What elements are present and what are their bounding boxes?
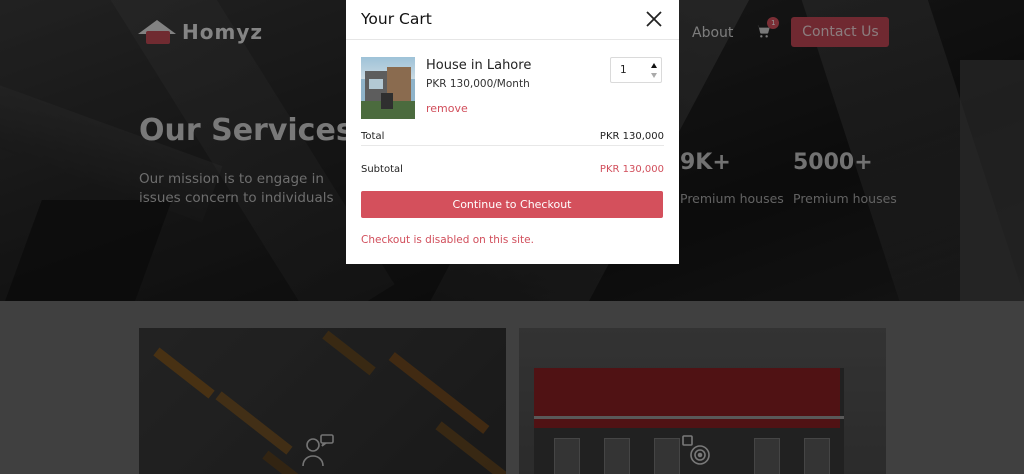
cart-item-name: House in Lahore: [426, 58, 532, 73]
quantity-increase-icon[interactable]: [651, 63, 657, 68]
quantity-decrease-icon[interactable]: [651, 73, 657, 78]
cart-item-price: PKR 130,000/Month: [426, 78, 530, 90]
cart-modal-header: Your Cart: [346, 0, 679, 40]
remove-item-link[interactable]: remove: [426, 102, 468, 115]
cart-item: House in Lahore PKR 130,000/Month remove…: [361, 57, 664, 119]
cart-total-row: Total PKR 130,000: [361, 131, 664, 146]
checkout-disabled-note: Checkout is disabled on this site.: [361, 234, 534, 246]
house-thumbnail[interactable]: [361, 57, 415, 119]
close-icon: [646, 11, 662, 27]
checkout-button[interactable]: Continue to Checkout: [361, 191, 663, 218]
subtotal-label: Subtotal: [361, 164, 403, 175]
total-label: Total: [361, 131, 385, 142]
subtotal-value: PKR 130,000: [599, 164, 664, 175]
total-value: PKR 130,000: [599, 131, 664, 142]
cart-title: Your Cart: [361, 10, 432, 28]
quantity-stepper[interactable]: 1: [610, 57, 662, 83]
close-button[interactable]: [645, 10, 663, 28]
cart-modal: Your Cart House in Lahore PKR 130,000/Mo…: [346, 0, 679, 264]
cart-subtotal-row: Subtotal PKR 130,000: [361, 164, 664, 175]
quantity-value[interactable]: 1: [620, 64, 627, 76]
